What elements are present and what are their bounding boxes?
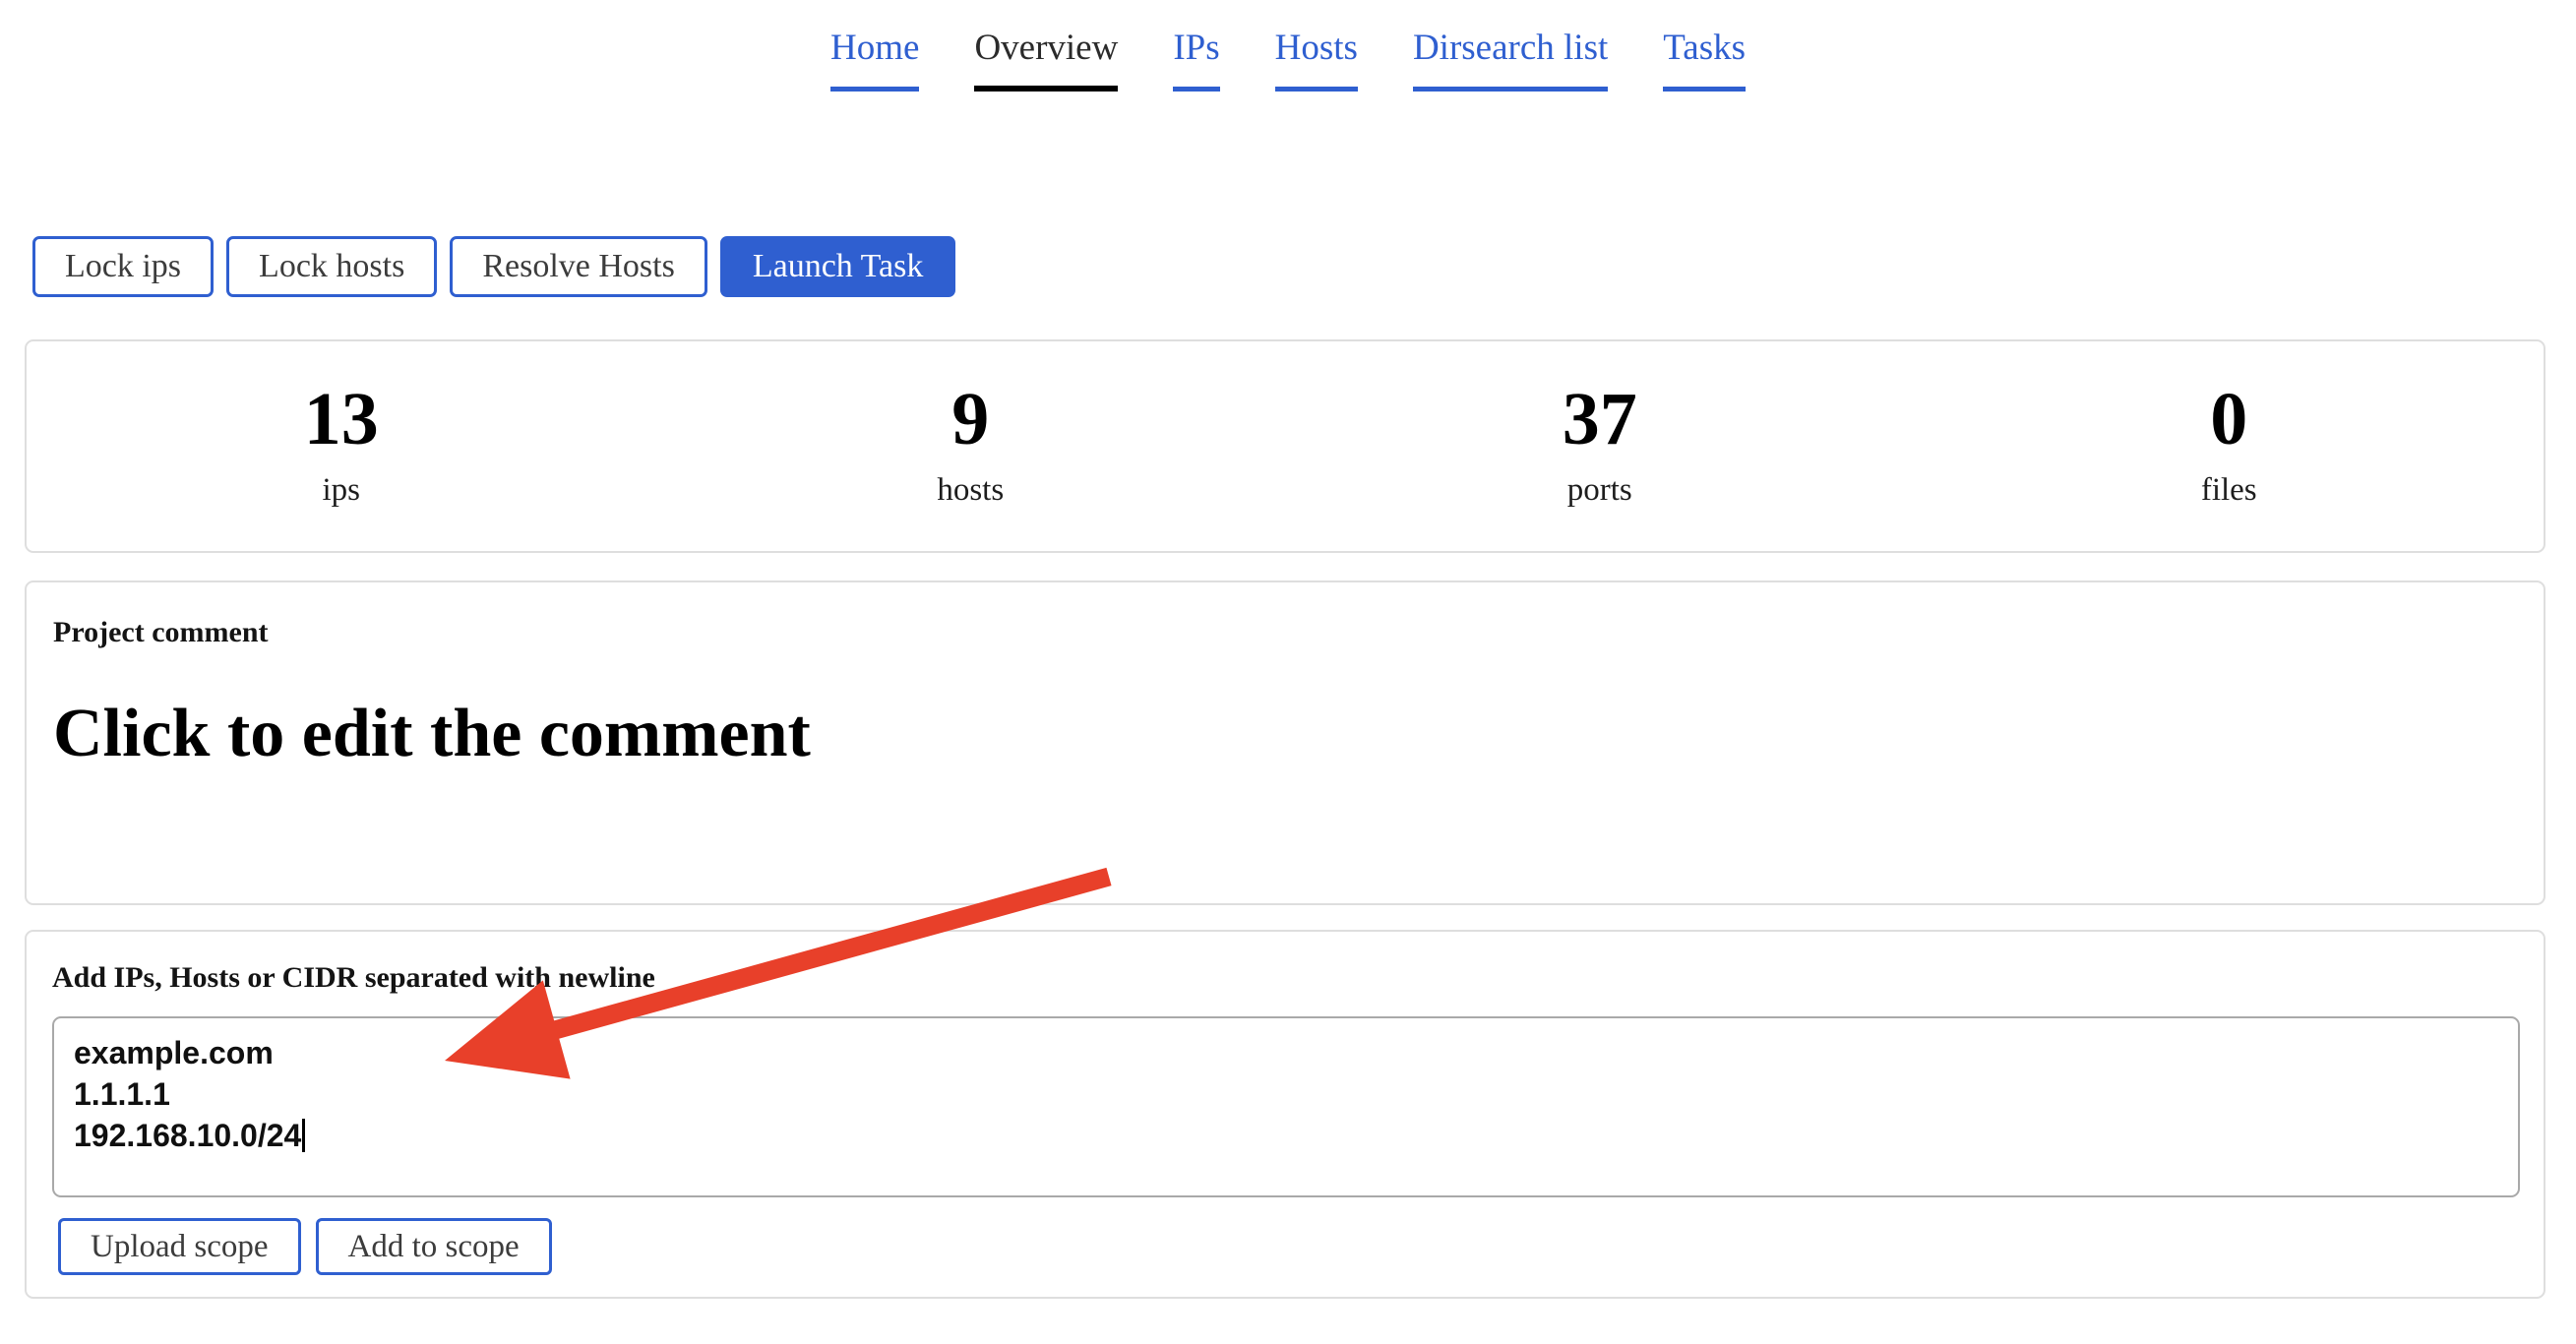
launch-task-button[interactable]: Launch Task [719,236,956,297]
nav-item-label: Tasks [1663,28,1746,68]
stat-files: 0 files [1915,378,2545,516]
lock-hosts-button[interactable]: Lock hosts [226,236,438,297]
stat-ips: 13 ips [27,378,656,516]
nav-item-hosts[interactable]: Hosts [1248,26,1385,92]
stat-ports: 37 ports [1285,378,1915,516]
nav-item-label: IPs [1173,28,1220,68]
add-to-scope-button[interactable]: Add to scope [315,1218,552,1275]
stat-value: 0 [2210,377,2248,460]
stats-grid: 13 ips 9 hosts 37 ports 0 files [27,341,2544,551]
lock-ips-button[interactable]: Lock ips [32,236,215,297]
text-cursor [302,1119,306,1152]
stat-value: 9 [951,377,990,460]
nav-underline [1173,87,1220,92]
nav-item-overview[interactable]: Overview [947,26,1145,92]
add-scope-heading: Add IPs, Hosts or CIDR separated with ne… [52,961,655,994]
main-navigation: Home Overview IPs Hosts Dirsearch list T… [0,0,2576,118]
nav-item-label: Home [830,28,920,68]
nav-underline-active [974,86,1119,92]
stat-value: 13 [303,377,379,460]
nav-underline [1274,87,1358,92]
nav-item-home[interactable]: Home [803,26,947,92]
project-comment-editable-text[interactable]: Click to edit the comment [53,696,2544,772]
action-button-row: Lock ips Lock hosts Resolve Hosts Launch… [32,236,956,297]
stat-value: 37 [1562,377,1637,460]
nav-item-label: Dirsearch list [1412,28,1609,68]
scope-button-row: Upload scope Add to scope [58,1218,552,1275]
scope-input-value: example.com 1.1.1.1 192.168.10.0/24 [74,1035,302,1153]
nav-item-label: Hosts [1274,28,1358,68]
resolve-hosts-button[interactable]: Resolve Hosts [450,236,707,297]
nav-underline [1412,87,1609,92]
stat-label: ips [322,471,360,508]
nav-underline [830,87,920,92]
stat-label: files [2200,471,2257,508]
stat-hosts: 9 hosts [656,378,1286,516]
stat-label: ports [1566,471,1632,508]
project-comment-heading: Project comment [53,616,269,648]
nav-item-ips[interactable]: IPs [1145,26,1247,92]
nav-item-label: Overview [974,28,1119,68]
nav-items-container: Home Overview IPs Hosts Dirsearch list T… [803,0,1773,92]
stat-label: hosts [937,471,1005,508]
stats-panel: 13 ips 9 hosts 37 ports 0 files [25,339,2545,553]
upload-scope-button[interactable]: Upload scope [58,1218,301,1275]
nav-underline [1663,87,1746,92]
add-scope-panel: Add IPs, Hosts or CIDR separated with ne… [25,930,2545,1299]
scope-input[interactable]: example.com 1.1.1.1 192.168.10.0/24 [52,1016,2520,1197]
nav-item-tasks[interactable]: Tasks [1635,26,1773,92]
nav-item-dirsearch-list[interactable]: Dirsearch list [1385,26,1635,92]
project-comment-panel: Project comment Click to edit the commen… [25,580,2545,905]
